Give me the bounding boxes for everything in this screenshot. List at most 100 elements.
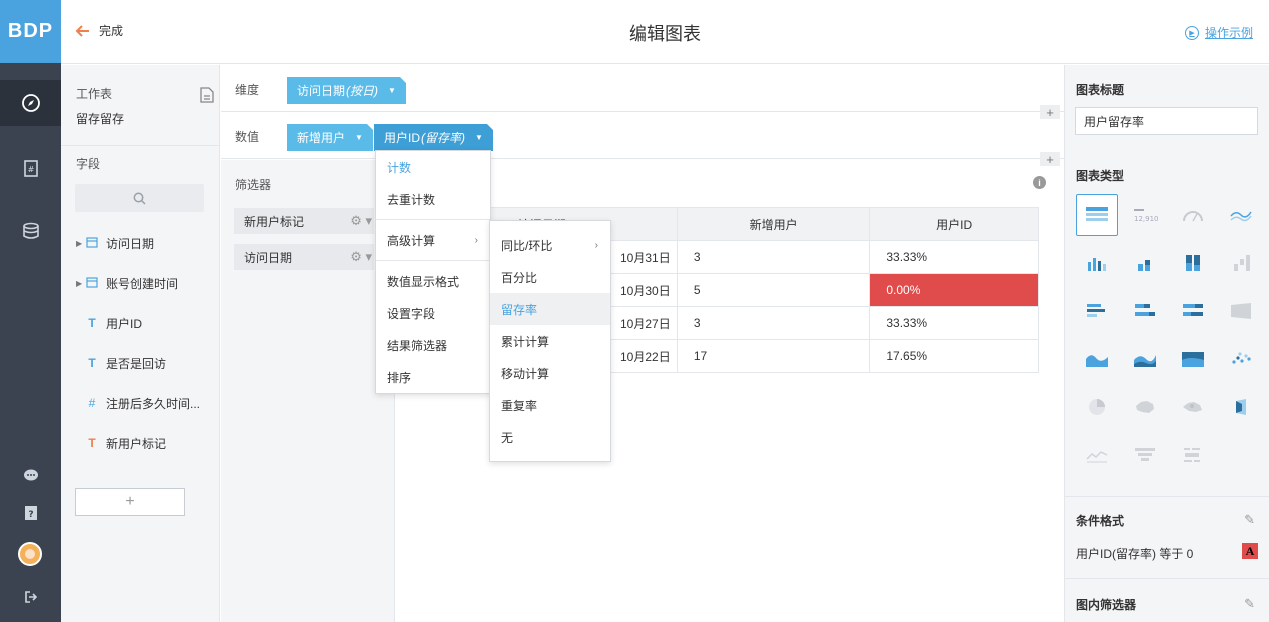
caret-down-icon: ▼	[475, 133, 483, 142]
percent-area-icon[interactable]	[1172, 338, 1214, 380]
menu-item-set-field[interactable]: 设置字段	[376, 297, 490, 329]
map-region-icon[interactable]	[1172, 386, 1214, 428]
pencil-icon[interactable]: ✎	[1244, 512, 1255, 528]
stacked-bar-icon[interactable]	[1124, 290, 1166, 332]
gauge-icon[interactable]	[1172, 194, 1214, 236]
submenu-item-none[interactable]: 无	[490, 421, 610, 453]
field-search-input[interactable]	[75, 184, 204, 212]
info-icon[interactable]: i	[1033, 176, 1046, 189]
calendar-icon	[84, 236, 100, 251]
table-chart-icon[interactable]	[1076, 194, 1118, 236]
funnel-bar-icon[interactable]	[1220, 290, 1262, 332]
map-china-icon[interactable]	[1124, 386, 1166, 428]
caret-down-icon: ▼	[388, 86, 396, 95]
filter-item-visit-date[interactable]: 访问日期 ⚙ ▾	[234, 244, 374, 270]
field-item-user-id[interactable]: T 用户ID	[76, 313, 142, 333]
field-label: 访问日期	[106, 236, 155, 251]
menu-item-distinct-count[interactable]: 去重计数	[376, 183, 490, 215]
menu-item-sort[interactable]: 排序	[376, 361, 490, 393]
field-item-account-created[interactable]: ▶ 账号创建时间	[76, 273, 178, 293]
chevron-right-icon: ›	[474, 234, 478, 246]
table-cell: 3	[676, 306, 871, 340]
document-icon[interactable]	[200, 87, 214, 103]
expand-caret-icon[interactable]: ▶	[76, 239, 84, 248]
menu-item-label: 同比/环比	[501, 238, 553, 253]
add-field-button[interactable]: +	[75, 488, 185, 516]
example-link[interactable]: ▶ 操作示例	[1184, 24, 1253, 41]
gear-icon[interactable]: ⚙ ▾	[350, 249, 372, 265]
multi-line-icon[interactable]	[1076, 434, 1118, 476]
pencil-icon[interactable]: ✎	[1244, 596, 1255, 612]
submenu-item-repeat-rate[interactable]: 重复率	[490, 389, 610, 421]
table-header[interactable]: 新增用户	[676, 207, 871, 241]
field-label: 注册后多久时间...	[106, 396, 201, 411]
bar-chart-icon[interactable]	[1076, 290, 1118, 332]
stacked-area-icon[interactable]	[1124, 338, 1166, 380]
table-cell: 3	[676, 240, 871, 274]
table-header[interactable]: 用户ID	[869, 207, 1039, 241]
field-label: 新用户标记	[106, 436, 167, 451]
report-icon[interactable]: #	[0, 145, 61, 191]
pie-chart-icon[interactable]	[1076, 386, 1118, 428]
3d-box-icon[interactable]	[1220, 386, 1262, 428]
expand-caret-icon[interactable]: ▶	[76, 279, 84, 288]
submenu-item-moving[interactable]: 移动计算	[490, 357, 610, 389]
chart-title-input[interactable]	[1075, 107, 1258, 135]
submenu-item-percent[interactable]: 百分比	[490, 261, 610, 293]
scatter-icon[interactable]	[1220, 338, 1262, 380]
dimension-label: 维度	[235, 83, 260, 97]
value-label: 数值	[235, 130, 260, 144]
logout-icon[interactable]	[0, 582, 61, 612]
line-compare-icon[interactable]	[1220, 194, 1262, 236]
conditional-format-label: 条件格式	[1076, 514, 1125, 528]
chart-type-label: 图表类型	[1076, 169, 1125, 183]
logo[interactable]: BDP	[0, 0, 61, 63]
fields-panel: 工作表 留存留存 字段 ▶ 访问日期 ▶ 账号创建时间 T 用户ID T 是否是…	[61, 65, 220, 622]
menu-item-advanced-calc[interactable]: 高级计算 ›	[376, 224, 490, 256]
dimension-add-button[interactable]: +	[1040, 105, 1060, 120]
submenu-item-yoy[interactable]: 同比/环比 ›	[490, 229, 610, 261]
word-cloud-icon[interactable]	[1172, 434, 1214, 476]
worksheet-label: 工作表	[76, 87, 113, 101]
value-pill-menu: 计数 去重计数 高级计算 › 数值显示格式 设置字段 结果筛选器 排序	[375, 150, 491, 394]
column-chart-icon[interactable]	[1076, 242, 1118, 284]
field-item-time-since-signup[interactable]: # 注册后多久时间...	[76, 393, 200, 413]
help-doc-icon[interactable]: ?	[0, 498, 61, 528]
funnel-icon[interactable]	[1124, 434, 1166, 476]
value-add-button[interactable]: +	[1040, 152, 1060, 167]
caret-down-icon: ▼	[355, 133, 363, 142]
percent-bar-icon[interactable]	[1172, 290, 1214, 332]
database-icon[interactable]	[0, 208, 61, 254]
field-item-new-user-flag[interactable]: T 新用户标记	[76, 433, 166, 453]
kpi-number-icon[interactable]: 12,910	[1124, 194, 1166, 236]
menu-divider	[376, 219, 490, 220]
format-color-badge[interactable]: A	[1242, 543, 1258, 559]
menu-item-result-filter[interactable]: 结果筛选器	[376, 329, 490, 361]
advanced-calc-submenu: 同比/环比 › 百分比 留存率 累计计算 移动计算 重复率 无	[489, 220, 611, 462]
waterfall-icon[interactable]	[1220, 242, 1262, 284]
chat-icon[interactable]	[0, 461, 61, 491]
stacked-column-icon[interactable]	[1124, 242, 1166, 284]
dimension-pill-visit-date[interactable]: 访问日期 (按日) ▼	[287, 77, 406, 104]
menu-item-count[interactable]: 计数	[376, 151, 490, 183]
filter-label: 新用户标记	[244, 214, 305, 229]
compass-icon[interactable]	[0, 80, 61, 126]
filter-item-new-user-flag[interactable]: 新用户标记 ⚙ ▾	[234, 208, 374, 234]
submenu-item-cumulative[interactable]: 累计计算	[490, 325, 610, 357]
conditional-rule[interactable]: 用户ID(留存率) 等于 0	[1076, 545, 1193, 562]
submenu-item-retention[interactable]: 留存率	[490, 293, 610, 325]
menu-item-display-format[interactable]: 数值显示格式	[376, 265, 490, 297]
table-cell: 17.65%	[869, 339, 1039, 373]
area-chart-icon[interactable]	[1076, 338, 1118, 380]
value-pill-user-id[interactable]: 用户ID (留存率) ▼	[374, 124, 493, 151]
value-pill-new-users[interactable]: 新增用户 ▼	[287, 124, 373, 151]
text-t-icon: T	[88, 356, 96, 370]
menu-item-label: 高级计算	[387, 233, 436, 248]
field-item-is-revisit[interactable]: T 是否是回访	[76, 353, 166, 373]
table-cell: 5	[676, 273, 871, 307]
avatar[interactable]	[18, 542, 42, 566]
percent-column-icon[interactable]	[1172, 242, 1214, 284]
in-chart-filter-label: 图内筛选器	[1076, 598, 1137, 612]
gear-icon[interactable]: ⚙ ▾	[350, 213, 372, 229]
field-item-visit-date[interactable]: ▶ 访问日期	[76, 233, 154, 253]
